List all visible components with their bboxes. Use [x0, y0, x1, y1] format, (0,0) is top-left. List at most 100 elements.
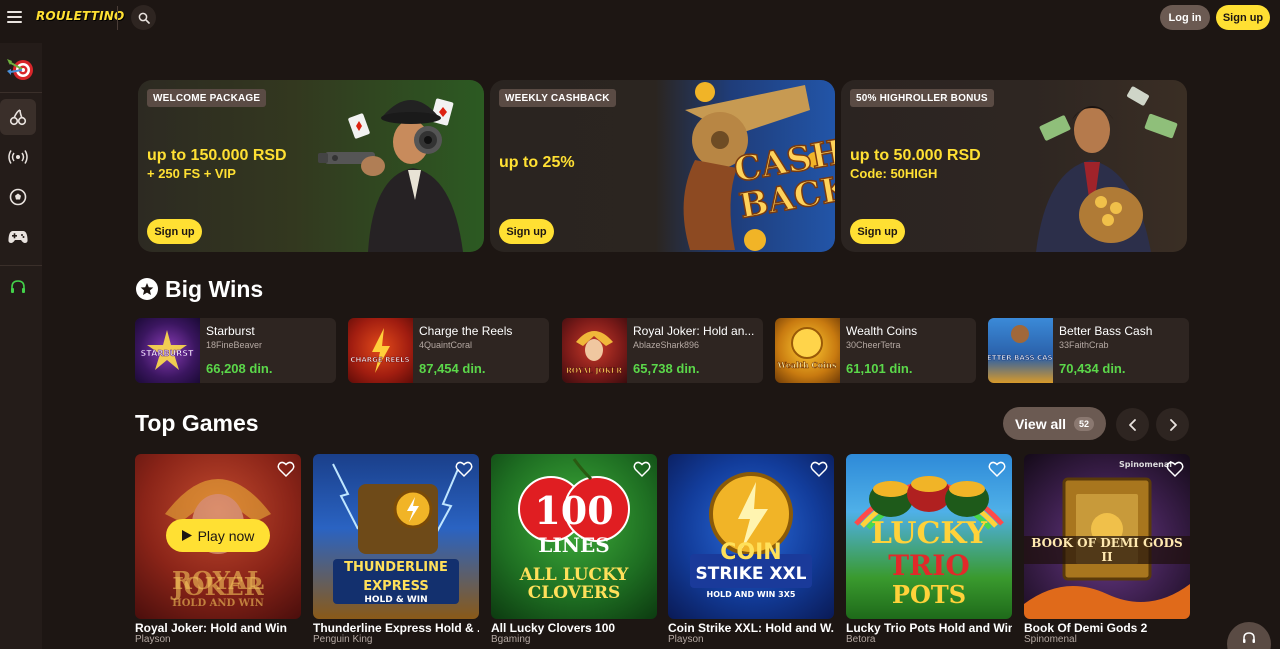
play-now-label: Play now	[197, 527, 255, 544]
game-thumbnail[interactable]: LUCKY TRIO POTS	[846, 454, 1012, 619]
game-tile[interactable]: BOOK OF DEMI GODS II Spinomenal Book Of …	[1024, 454, 1190, 645]
gangster-illustration	[318, 98, 463, 252]
chevron-right-icon	[1169, 418, 1177, 431]
win-user: 33FaithCrab	[1059, 340, 1109, 350]
win-game-name: Charge the Reels	[419, 324, 513, 338]
game-title[interactable]: Thunderline Express Hold & ...	[313, 621, 479, 635]
favorite-heart-icon[interactable]	[633, 460, 651, 478]
game-thumbnail[interactable]: BOOK OF DEMI GODS II Spinomenal	[1024, 454, 1190, 619]
game-thumbnail[interactable]: COIN STRIKE XXL HOLD AND WIN 3X5	[668, 454, 834, 619]
sidebar-item-games[interactable]	[0, 219, 36, 255]
thumb-text: ROYAL JOKER	[566, 366, 622, 375]
win-amount: 61,101 din.	[846, 361, 913, 376]
headset-icon	[11, 280, 25, 293]
game-title[interactable]: All Lucky Clovers 100	[491, 621, 657, 635]
favorite-heart-icon[interactable]	[988, 460, 1006, 478]
win-amount: 66,208 din.	[206, 361, 273, 376]
game-thumbnail: STARBURST	[135, 318, 200, 383]
top-games-title: Top Games	[135, 410, 259, 436]
win-game-name: Better Bass Cash	[1059, 324, 1153, 338]
promo-signup-button[interactable]: Sign up	[147, 219, 202, 244]
game-provider: Playson	[135, 634, 171, 645]
game-title[interactable]: Royal Joker: Hold and Win	[135, 621, 301, 635]
favorite-heart-icon[interactable]	[1166, 460, 1184, 478]
game-tile[interactable]: ROYAL JOKER HOLD AND WIN Play now Royal …	[135, 454, 301, 645]
game-provider: Playson	[668, 634, 704, 645]
promo-highroller-bonus[interactable]: 50% HIGHROLLER BONUS up to 50.000 RSD Co…	[841, 80, 1187, 252]
promo-tag: WELCOME PACKAGE	[147, 89, 267, 107]
prev-arrow-button[interactable]	[1116, 408, 1149, 441]
search-button[interactable]	[131, 5, 156, 30]
win-user: 18FineBeaver	[206, 340, 263, 350]
big-win-card[interactable]: STARBURST Starburst 18FineBeaver 66,208 …	[135, 318, 336, 383]
cherries-icon	[9, 109, 27, 126]
logo[interactable]: ROULETTINO	[36, 9, 124, 23]
game-thumbnail[interactable]: 100 LINES ALL LUCKY CLOVERS	[491, 454, 657, 619]
promo-weekly-cashback[interactable]: CASH BACK WEEKLY CASHBACK up to 25% Sign…	[490, 80, 835, 252]
win-user: 4QuaintCoral	[419, 340, 473, 350]
game-thumbnail: Wealth Coins	[775, 318, 840, 383]
promo-subtitle: Code: 50HIGH	[850, 166, 938, 181]
promo-title: up to 50.000 RSD	[850, 147, 981, 164]
signup-button[interactable]: Sign up	[1216, 5, 1270, 30]
game-tile[interactable]: COIN STRIKE XXL HOLD AND WIN 3X5 Coin St…	[668, 454, 834, 645]
sidebar-item-support[interactable]	[0, 269, 36, 305]
thumb-subtitle: HOLD AND WIN 3X5	[706, 590, 796, 599]
favorite-heart-icon[interactable]	[277, 460, 295, 478]
sidebar-item-sports[interactable]	[0, 179, 36, 215]
game-provider: Betora	[846, 634, 876, 645]
play-icon	[181, 530, 192, 541]
win-game-name: Starburst	[206, 324, 255, 338]
thumb-title: TRIO	[888, 549, 970, 582]
revolver-illustration: CASH BACK	[683, 82, 835, 251]
broadcast-icon	[8, 150, 28, 164]
game-thumbnail[interactable]: THUNDERLINE EXPRESS HOLD & WIN	[313, 454, 479, 619]
thumb-title: STRIKE XXL	[695, 564, 807, 584]
thumb-title: EXPRESS	[363, 579, 429, 594]
game-tile[interactable]: THUNDERLINE EXPRESS HOLD & WIN Thunderli…	[313, 454, 479, 645]
view-all-count-badge: 52	[1074, 416, 1095, 431]
thumb-text: Wealth Coins	[776, 360, 837, 370]
game-tile[interactable]: 100 LINES ALL LUCKY CLOVERS All Lucky Cl…	[491, 454, 657, 645]
view-all-button[interactable]: View all 52	[1003, 407, 1106, 440]
game-thumbnail: BETTER BASS CASH	[988, 318, 1059, 383]
game-title[interactable]: Coin Strike XXL: Hold and W...	[668, 621, 834, 635]
header-divider	[117, 6, 118, 30]
win-amount: 87,454 din.	[419, 361, 486, 376]
favorite-heart-icon[interactable]	[455, 460, 473, 478]
promo-signup-button[interactable]: Sign up	[850, 219, 905, 244]
sidebar-item-live[interactable]	[0, 139, 36, 175]
sidebar-item-darts[interactable]	[3, 51, 39, 87]
game-thumbnail[interactable]: ROYAL JOKER HOLD AND WIN Play now	[135, 454, 301, 619]
hamburger-icon[interactable]	[7, 11, 22, 23]
game-title[interactable]: Book Of Demi Gods 2	[1024, 621, 1190, 635]
darts-target-icon	[7, 59, 33, 80]
big-win-card[interactable]: ROYAL JOKER Royal Joker: Hold an... Abla…	[562, 318, 763, 383]
big-win-card[interactable]: CHARGE REELS Charge the Reels 4QuaintCor…	[348, 318, 549, 383]
big-wins-title: Big Wins	[165, 276, 264, 302]
live-support-button[interactable]	[1227, 622, 1271, 649]
sidebar-item-slots[interactable]	[0, 99, 36, 135]
favorite-heart-icon[interactable]	[810, 460, 828, 478]
sidebar-divider	[0, 92, 42, 93]
game-thumbnail: ROYAL JOKER	[562, 318, 627, 383]
win-amount: 70,434 din.	[1059, 361, 1126, 376]
promo-title: up to 25%	[499, 154, 575, 171]
game-provider: Bgaming	[491, 634, 531, 645]
game-title[interactable]: Lucky Trio Pots Hold and Win	[846, 621, 1012, 635]
thumb-title: JOKER	[172, 572, 264, 601]
login-button[interactable]: Log in	[1160, 5, 1210, 30]
game-tile[interactable]: LUCKY TRIO POTS Lucky Trio Pots Hold and…	[846, 454, 1012, 645]
thumb-title: COIN	[720, 540, 782, 565]
top-bar: ROULETTINO Log in Sign up	[0, 0, 1280, 36]
play-now-button[interactable]: Play now	[166, 519, 270, 552]
gamepad-icon	[8, 231, 28, 243]
big-win-card[interactable]: Wealth Coins Wealth Coins 30CheerTetra 6…	[775, 318, 976, 383]
sidebar-divider	[0, 265, 42, 266]
big-win-card[interactable]: BETTER BASS CASH Better Bass Cash 33Fait…	[988, 318, 1189, 383]
promo-signup-button[interactable]: Sign up	[499, 219, 554, 244]
promo-welcome-package[interactable]: WELCOME PACKAGE up to 150.000 RSD + 250 …	[138, 80, 484, 252]
next-arrow-button[interactable]	[1156, 408, 1189, 441]
thumb-text: STARBURST	[141, 349, 194, 358]
soccer-ball-icon	[9, 188, 27, 206]
